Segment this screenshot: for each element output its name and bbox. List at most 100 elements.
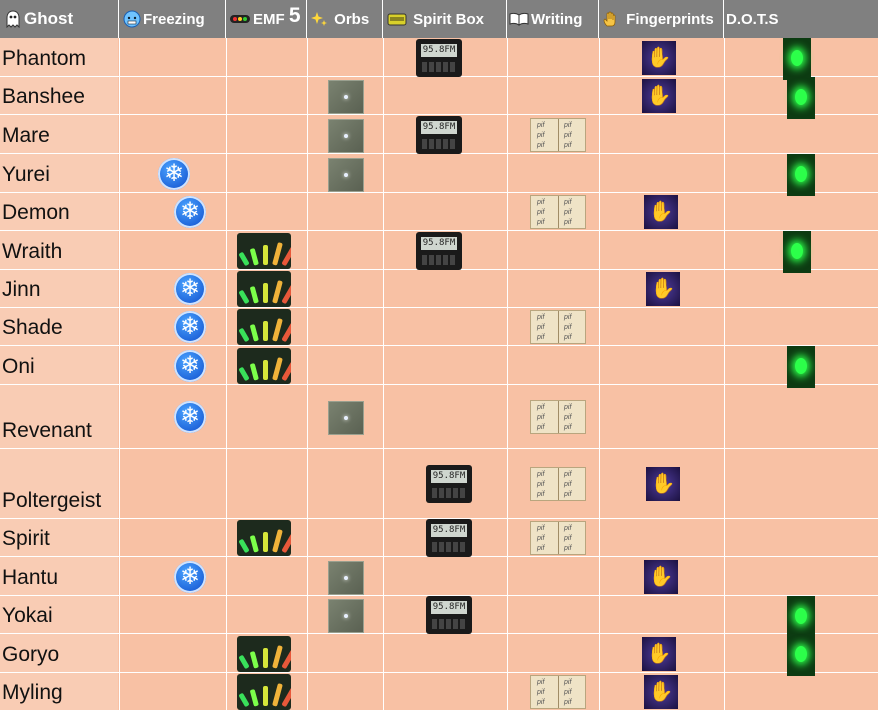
evidence-cell-freezing[interactable] xyxy=(119,634,226,672)
evidence-cell-emf[interactable] xyxy=(226,270,307,307)
evidence-cell-writing[interactable] xyxy=(507,77,599,114)
evidence-cell-freezing[interactable] xyxy=(119,231,226,269)
evidence-cell-dots[interactable] xyxy=(724,634,878,676)
header-emf[interactable]: EMF 5 xyxy=(226,0,307,38)
ghost-row-poltergeist[interactable]: Poltergeist 95.8FM pif pif pif pif pif pif ✋ xyxy=(0,449,878,519)
evidence-cell-writing[interactable] xyxy=(507,38,599,76)
evidence-cell-freezing[interactable]: ❄ xyxy=(119,154,226,192)
evidence-cell-dots[interactable] xyxy=(724,673,878,710)
evidence-cell-writing[interactable] xyxy=(507,346,599,384)
evidence-cell-spiritbox[interactable] xyxy=(383,346,507,384)
evidence-cell-spiritbox[interactable] xyxy=(383,270,507,307)
evidence-cell-spiritbox[interactable] xyxy=(383,308,507,345)
ghost-row-jinn[interactable]: Jinn ❄ ✋ xyxy=(0,270,878,308)
evidence-cell-dots[interactable] xyxy=(724,346,878,388)
evidence-cell-freezing[interactable]: ❄ xyxy=(119,270,226,307)
evidence-cell-orbs[interactable] xyxy=(307,154,383,192)
evidence-cell-orbs[interactable] xyxy=(307,77,383,114)
evidence-cell-freezing[interactable] xyxy=(119,38,226,76)
evidence-cell-emf[interactable] xyxy=(226,385,307,448)
evidence-cell-freezing[interactable]: ❄ xyxy=(119,557,226,595)
evidence-cell-freezing[interactable]: ❄ xyxy=(119,385,226,448)
ghost-row-myling[interactable]: Myling pif pif pif pif pif pif ✋ xyxy=(0,673,878,711)
ghost-row-demon[interactable]: Demon ❄ pif pif pif pif pif pif ✋ xyxy=(0,193,878,231)
evidence-cell-orbs[interactable] xyxy=(307,346,383,384)
evidence-cell-dots[interactable] xyxy=(724,77,878,119)
evidence-cell-orbs[interactable] xyxy=(307,193,383,230)
evidence-cell-writing[interactable] xyxy=(507,154,599,192)
evidence-cell-spiritbox[interactable] xyxy=(383,77,507,114)
evidence-cell-fingerprints[interactable]: ✋ xyxy=(599,193,724,230)
header-spirit-box[interactable]: Spirit Box xyxy=(383,0,507,38)
evidence-cell-orbs[interactable] xyxy=(307,308,383,345)
evidence-cell-orbs[interactable] xyxy=(307,557,383,595)
evidence-cell-dots[interactable] xyxy=(724,193,878,230)
evidence-cell-fingerprints[interactable]: ✋ xyxy=(599,270,724,307)
evidence-cell-writing[interactable]: pif pif pif pif pif pif xyxy=(507,673,599,710)
ghost-row-mare[interactable]: Mare 95.8FM pif pif pif pif pif pif xyxy=(0,115,878,154)
evidence-cell-writing[interactable]: pif pif pif pif pif pif xyxy=(507,449,599,518)
evidence-cell-emf[interactable] xyxy=(226,449,307,518)
evidence-cell-spiritbox[interactable] xyxy=(383,385,507,448)
evidence-cell-dots[interactable] xyxy=(724,154,878,196)
evidence-cell-orbs[interactable] xyxy=(307,38,383,76)
header-fingerprints[interactable]: Fingerprints xyxy=(599,0,724,38)
evidence-cell-dots[interactable] xyxy=(724,596,878,638)
evidence-cell-dots[interactable] xyxy=(724,449,878,518)
evidence-cell-orbs[interactable] xyxy=(307,115,383,153)
evidence-cell-dots[interactable] xyxy=(724,519,878,556)
evidence-cell-emf[interactable] xyxy=(226,115,307,153)
evidence-cell-emf[interactable] xyxy=(226,38,307,76)
evidence-cell-dots[interactable] xyxy=(724,38,878,80)
evidence-cell-dots[interactable] xyxy=(724,231,878,273)
evidence-cell-orbs[interactable] xyxy=(307,673,383,710)
evidence-cell-writing[interactable]: pif pif pif pif pif pif xyxy=(507,519,599,556)
ghost-row-oni[interactable]: Oni ❄ xyxy=(0,346,878,388)
ghost-row-spirit[interactable]: Spirit 95.8FM pif pif pif pif pif pif xyxy=(0,519,878,557)
header-dots[interactable]: D.O.T.S xyxy=(724,0,878,38)
evidence-cell-writing[interactable] xyxy=(507,596,599,633)
evidence-cell-writing[interactable]: pif pif pif pif pif pif xyxy=(507,308,599,345)
evidence-cell-dots[interactable] xyxy=(724,308,878,345)
evidence-cell-emf[interactable] xyxy=(226,557,307,595)
ghost-row-phantom[interactable]: Phantom 95.8FM ✋ xyxy=(0,38,878,80)
evidence-cell-spiritbox[interactable] xyxy=(383,557,507,595)
evidence-cell-dots[interactable] xyxy=(724,557,878,595)
evidence-cell-fingerprints[interactable]: ✋ xyxy=(599,449,724,518)
evidence-cell-orbs[interactable] xyxy=(307,270,383,307)
evidence-cell-orbs[interactable] xyxy=(307,449,383,518)
ghost-row-goryo[interactable]: Goryo ✋ xyxy=(0,634,878,676)
evidence-cell-spiritbox[interactable] xyxy=(383,634,507,672)
evidence-cell-fingerprints[interactable] xyxy=(599,115,724,153)
evidence-cell-fingerprints[interactable] xyxy=(599,519,724,556)
ghost-row-yurei[interactable]: Yurei ❄ xyxy=(0,154,878,196)
evidence-cell-fingerprints[interactable] xyxy=(599,154,724,192)
evidence-cell-emf[interactable] xyxy=(226,519,307,556)
evidence-cell-freezing[interactable] xyxy=(119,519,226,556)
header-freezing[interactable]: Freezing xyxy=(119,0,226,38)
evidence-cell-fingerprints[interactable]: ✋ xyxy=(599,38,724,76)
evidence-cell-freezing[interactable]: ❄ xyxy=(119,193,226,230)
evidence-cell-spiritbox[interactable]: 95.8FM xyxy=(383,596,507,634)
evidence-cell-freezing[interactable] xyxy=(119,115,226,153)
evidence-cell-freezing[interactable] xyxy=(119,673,226,710)
evidence-cell-fingerprints[interactable]: ✋ xyxy=(599,557,724,595)
ghost-row-yokai[interactable]: Yokai 95.8FM xyxy=(0,596,878,638)
evidence-cell-spiritbox[interactable] xyxy=(383,154,507,192)
ghost-row-wraith[interactable]: Wraith 95.8FM xyxy=(0,231,878,273)
evidence-cell-orbs[interactable] xyxy=(307,634,383,672)
evidence-cell-writing[interactable]: pif pif pif pif pif pif xyxy=(507,193,599,230)
ghost-row-shade[interactable]: Shade ❄ pif pif pif pif pif pif xyxy=(0,308,878,346)
evidence-cell-dots[interactable] xyxy=(724,385,878,448)
evidence-cell-orbs[interactable] xyxy=(307,519,383,556)
evidence-cell-fingerprints[interactable]: ✋ xyxy=(599,634,724,672)
evidence-cell-freezing[interactable] xyxy=(119,596,226,633)
evidence-cell-spiritbox[interactable]: 95.8FM xyxy=(383,449,507,518)
evidence-cell-fingerprints[interactable]: ✋ xyxy=(599,673,724,710)
evidence-cell-writing[interactable] xyxy=(507,270,599,307)
evidence-cell-emf[interactable] xyxy=(226,77,307,114)
evidence-cell-fingerprints[interactable] xyxy=(599,596,724,633)
evidence-cell-spiritbox[interactable] xyxy=(383,193,507,230)
evidence-cell-writing[interactable] xyxy=(507,557,599,595)
evidence-cell-fingerprints[interactable]: ✋ xyxy=(599,77,724,114)
